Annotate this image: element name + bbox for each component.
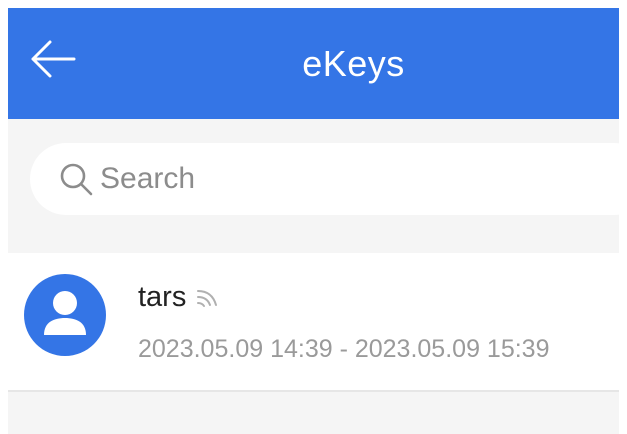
page-title: eKeys: [302, 42, 405, 84]
back-button[interactable]: [22, 30, 84, 92]
ekey-validity-period: 2023.05.09 14:39 - 2023.05.09 15:39: [138, 335, 550, 363]
ekeys-screen: eKeys Search tars 2023.05.09 14:39 - 202…: [8, 8, 619, 434]
avatar: [24, 274, 106, 356]
search-icon: [58, 161, 94, 197]
screenshot-frame: eKeys Search tars 2023.05.09 14:39 - 202…: [0, 0, 627, 434]
search-bar[interactable]: [30, 143, 619, 215]
ekey-list-item[interactable]: tars 2023.05.09 14:39 - 2023.05.09 15:39: [8, 253, 619, 392]
signal-icon: [194, 285, 224, 311]
ekey-list: tars 2023.05.09 14:39 - 2023.05.09 15:39: [8, 253, 619, 392]
search-section: [8, 119, 619, 241]
arrow-left-icon: [28, 39, 78, 84]
ekey-name-row: tars: [138, 281, 224, 314]
search-input[interactable]: [100, 154, 580, 204]
user-icon: [24, 274, 106, 356]
app-header: eKeys: [8, 8, 619, 119]
ekey-name: tars: [138, 281, 187, 313]
